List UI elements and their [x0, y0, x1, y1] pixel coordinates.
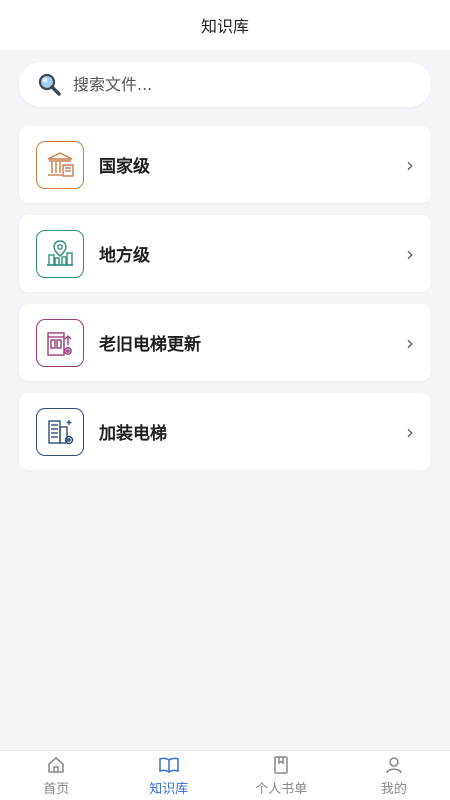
tab-personal-booklist[interactable]: 个人书单 [225, 751, 338, 800]
tab-label: 个人书单 [255, 781, 308, 797]
chevron-right-icon: › [406, 419, 414, 444]
user-icon [386, 756, 402, 773]
category-card-national[interactable]: 国家级 › [19, 126, 431, 203]
category-card-old-elevator-renewal[interactable]: 老旧电梯更新 › [19, 304, 431, 381]
bottom-tab-bar: 首页 知识库 个人书单 我的 [0, 750, 450, 800]
category-label: 老旧电梯更新 [99, 335, 201, 355]
category-card-local[interactable]: 地方级 › [19, 215, 431, 292]
tab-label: 知识库 [149, 781, 189, 797]
top-bar: 知识库 [0, 0, 450, 50]
home-icon [48, 756, 64, 773]
search-input[interactable] [73, 75, 373, 94]
category-label: 地方级 [99, 246, 150, 266]
government-building-icon [36, 140, 84, 189]
tab-home[interactable]: 首页 [0, 751, 113, 800]
chevron-right-icon: › [406, 152, 414, 177]
chevron-right-icon: › [406, 330, 414, 355]
category-label: 加装电梯 [99, 424, 167, 444]
building-add-elevator-icon [36, 407, 84, 456]
search-icon [37, 72, 63, 98]
tab-knowledge-base[interactable]: 知识库 [113, 751, 226, 800]
tab-mine[interactable]: 我的 [338, 751, 450, 800]
tab-label: 首页 [43, 781, 70, 797]
category-card-add-elevator[interactable]: 加装电梯 › [19, 393, 431, 470]
chevron-right-icon: › [406, 241, 414, 266]
search-bar[interactable] [19, 62, 431, 107]
book-icon [159, 757, 179, 773]
elevator-upgrade-icon [36, 318, 84, 367]
page-title: 知识库 [200, 17, 249, 36]
city-location-icon [36, 229, 84, 278]
category-label: 国家级 [99, 157, 150, 177]
tab-label: 我的 [380, 781, 407, 797]
bookmark-icon [274, 755, 288, 774]
